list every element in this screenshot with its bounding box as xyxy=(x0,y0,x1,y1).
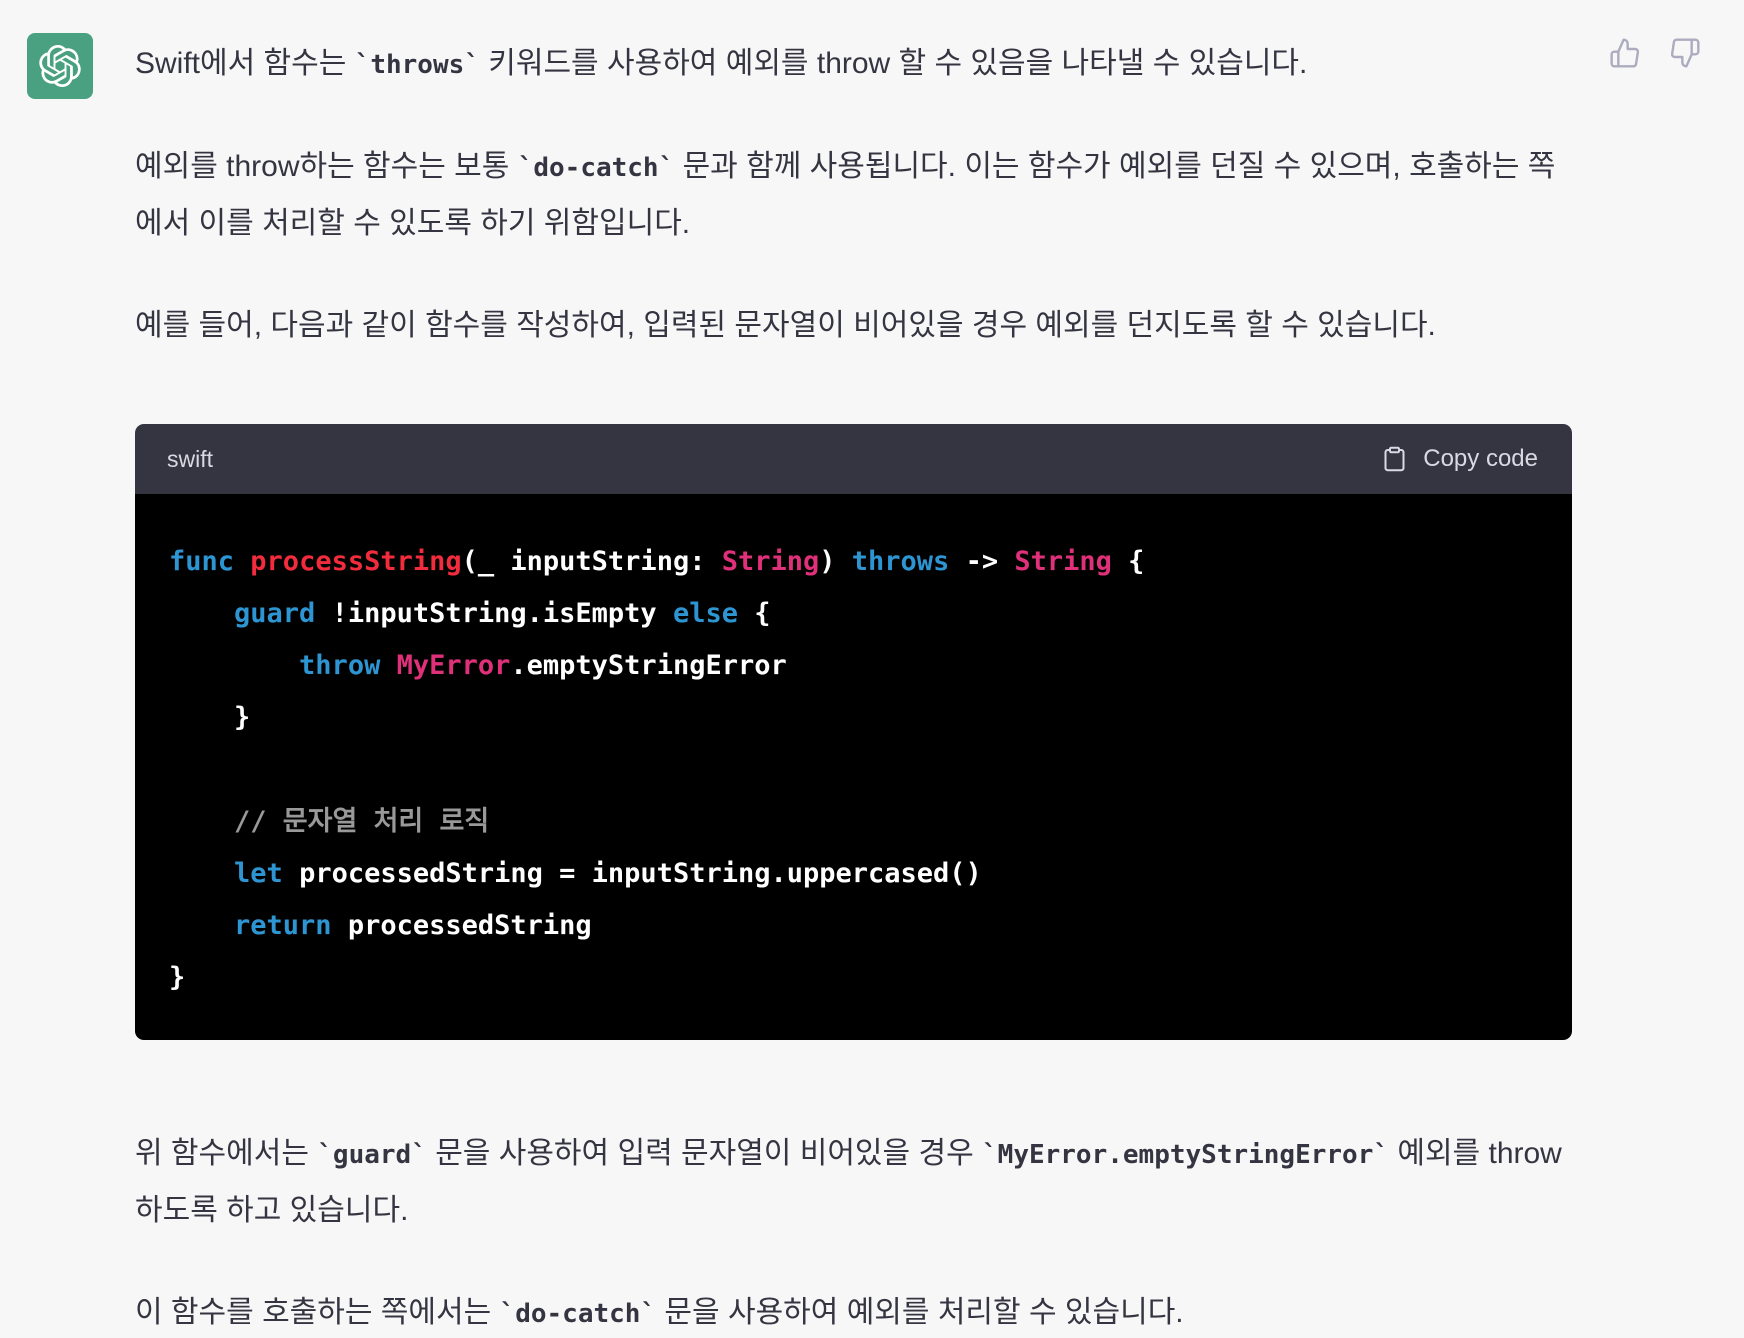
code-line: return processedString xyxy=(234,910,592,941)
paragraph: 예외를 throw하는 함수는 보통 `do-catch` 문과 함께 사용됩니… xyxy=(135,150,1556,240)
paragraph: 이 함수를 호출하는 쪽에서는 `do-catch` 문을 사용하여 예외를 처… xyxy=(135,1296,1184,1329)
paragraph: 위 함수에서는 `guard` 문을 사용하여 입력 문자열이 비어있을 경우 … xyxy=(135,1137,1562,1227)
inline-code: `do-catch` xyxy=(517,153,675,183)
feedback-buttons xyxy=(1608,36,1702,70)
copy-code-button[interactable]: Copy code xyxy=(1381,444,1538,474)
assistant-avatar xyxy=(27,33,93,99)
paragraphs-before-code: Swift에서 함수는 `throws` 키워드를 사용하여 예외를 throw… xyxy=(135,36,1572,354)
paragraphs-after-code: 위 함수에서는 `guard` 문을 사용하여 입력 문자열이 비어있을 경우 … xyxy=(135,1126,1572,1338)
code-line: guard !inputString.isEmpty else { xyxy=(234,598,771,629)
code-block: swift Copy code func processString(_ inp… xyxy=(135,424,1572,1040)
copy-code-label: Copy code xyxy=(1423,445,1538,472)
code-line: throw MyError.emptyStringError xyxy=(299,650,787,681)
code-line: } xyxy=(169,702,251,733)
chatgpt-logo-icon xyxy=(39,45,81,87)
thumbs-up-button[interactable] xyxy=(1608,36,1642,70)
thumbs-down-icon xyxy=(1670,38,1700,68)
thumbs-up-icon xyxy=(1610,38,1640,68)
paragraph: Swift에서 함수는 `throws` 키워드를 사용하여 예외를 throw… xyxy=(135,47,1308,80)
paragraph: 예를 들어, 다음과 같이 함수를 작성하여, 입력된 문자열이 비어있을 경우… xyxy=(135,309,1436,342)
code-line: func processString(_ inputString: String… xyxy=(169,546,1145,577)
assistant-message: Swift에서 함수는 `throws` 키워드를 사용하여 예외를 throw… xyxy=(135,36,1572,1338)
code-line: // 문자열 처리 로직 xyxy=(234,806,490,837)
code-line: let processedString = inputString.upperc… xyxy=(234,858,982,889)
inline-code: `throws` xyxy=(354,50,480,80)
thumbs-down-button[interactable] xyxy=(1668,36,1702,70)
code-language-label: swift xyxy=(167,445,213,472)
code-body: func processString(_ inputString: String… xyxy=(135,494,1572,1040)
code-block-header: swift Copy code xyxy=(135,424,1572,494)
clipboard-icon xyxy=(1384,446,1405,472)
inline-code: `MyError.emptyStringError` xyxy=(982,1140,1390,1170)
inline-code: `guard` xyxy=(317,1140,427,1170)
code-line: } xyxy=(169,962,186,993)
inline-code: `do-catch` xyxy=(499,1299,657,1329)
